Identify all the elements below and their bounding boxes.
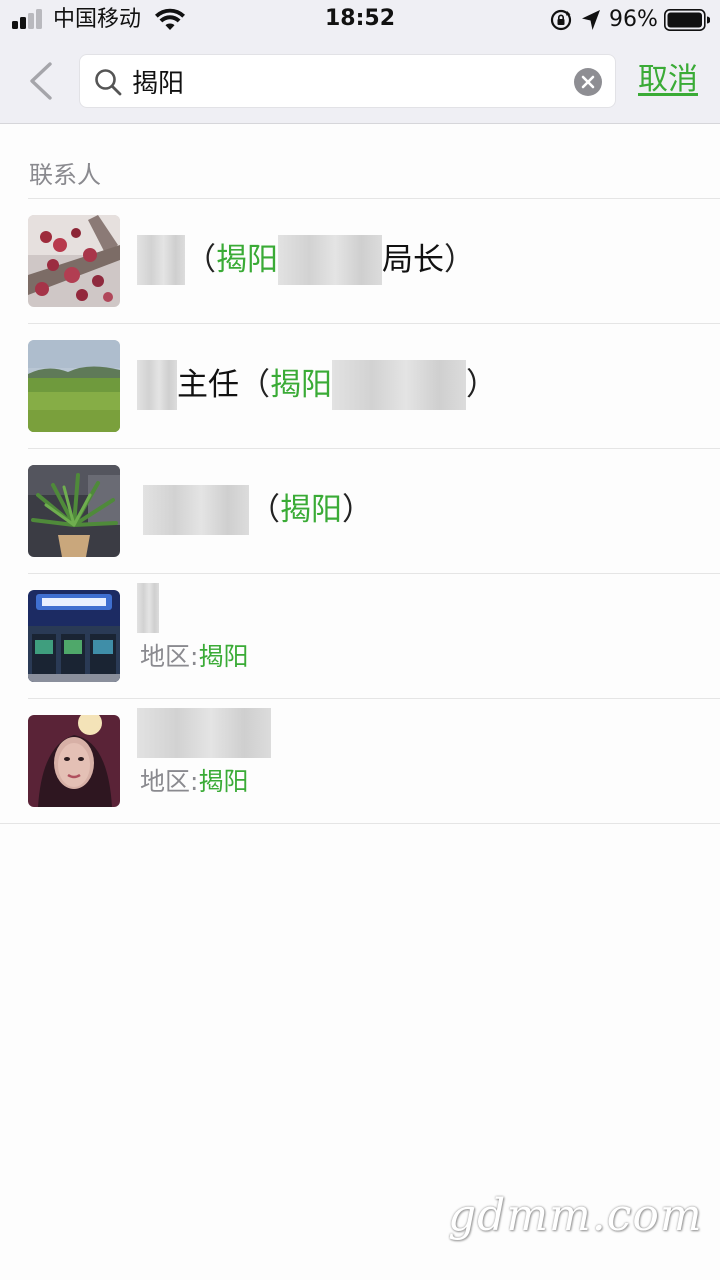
- rotation-lock-icon: [550, 9, 572, 31]
- contact-title: （ 揭阳 ）: [137, 485, 373, 535]
- contact-row[interactable]: 地区:揭阳: [28, 574, 720, 699]
- contact-avatar: [28, 590, 120, 682]
- contact-avatar: [28, 715, 120, 807]
- location-arrow-icon: [582, 10, 600, 30]
- redacted-text: [332, 360, 466, 410]
- match-highlight: 揭阳: [216, 242, 278, 278]
- close-icon: [581, 75, 595, 89]
- contact-title: （ 揭阳 局长 ）: [137, 235, 475, 285]
- search-box[interactable]: [79, 54, 616, 108]
- contact-title: 主任 （ 揭阳 ）: [137, 360, 497, 410]
- search-icon: [95, 69, 122, 96]
- search-input[interactable]: [132, 61, 562, 101]
- contact-row[interactable]: 主任 （ 揭阳 ）: [28, 324, 720, 449]
- contact-region: 地区:揭阳: [140, 642, 249, 671]
- contact-avatar: [28, 215, 120, 307]
- contact-avatar: [28, 465, 120, 557]
- redacted-text: [278, 235, 382, 285]
- watermark: gdmm.com: [448, 1190, 703, 1241]
- match-highlight: 揭阳: [198, 642, 249, 671]
- cancel-button[interactable]: 取消: [638, 60, 698, 100]
- contact-title: [137, 708, 271, 758]
- contact-region: 地区:揭阳: [140, 767, 249, 796]
- match-highlight: 揭阳: [270, 367, 332, 403]
- section-title-contacts: 联系人: [28, 125, 720, 199]
- redacted-name: [137, 583, 159, 633]
- search-results: 联系人 （ 揭阳 局长 ） 主任 （ 揭阳 ） （ 揭阳 ） 地区:揭阳 地区:…: [0, 125, 720, 824]
- search-header: 取消: [0, 40, 720, 124]
- contact-row[interactable]: （ 揭阳 局长 ）: [28, 199, 720, 324]
- status-bar: 中国移动 18:52 96%: [0, 0, 720, 40]
- redacted-name: [137, 235, 185, 285]
- battery-icon: [664, 9, 710, 31]
- contact-row[interactable]: 地区:揭阳: [0, 699, 720, 824]
- clear-search-button[interactable]: [574, 68, 602, 96]
- redacted-name: [137, 360, 177, 410]
- contact-avatar: [28, 340, 120, 432]
- redacted-name: [143, 485, 249, 535]
- back-chevron-icon[interactable]: [24, 60, 58, 102]
- match-highlight: 揭阳: [280, 492, 342, 528]
- match-highlight: 揭阳: [198, 767, 249, 796]
- contact-row[interactable]: （ 揭阳 ）: [28, 449, 720, 574]
- battery-percentage: 96%: [609, 7, 658, 32]
- redacted-name: [137, 708, 271, 758]
- contact-title: [137, 583, 159, 633]
